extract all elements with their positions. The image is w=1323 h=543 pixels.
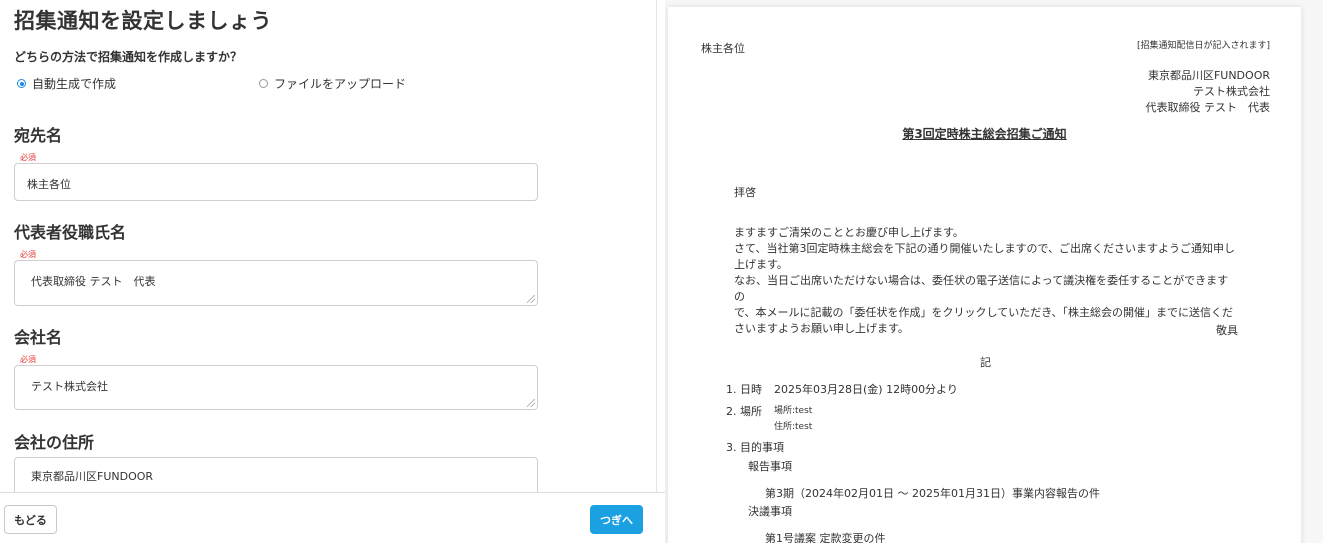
required-badge: 必須 — [20, 153, 36, 162]
preview-greeting: 拝啓 — [734, 186, 756, 199]
preview-paragraph: さて、当社第3回定時株主総会を下記の通り開催いたしますので、ご出席くださいますよ… — [734, 242, 1236, 255]
page-title: 招集通知を設定しましょう — [14, 9, 272, 33]
radio-auto-generate-label: 自動生成で作成 — [32, 77, 117, 91]
radio-auto-generate[interactable]: 自動生成で作成 — [17, 75, 116, 92]
settings-form-panel: 招集通知を設定しましょう どちらの方法で招集通知を作成しますか？ 自動生成で作成… — [0, 0, 657, 543]
radio-unselected-icon — [259, 79, 268, 88]
preview-item1-value: 2025年03月28日(金) 12時00分より — [774, 383, 958, 396]
preview-paragraph: 上げます。 — [734, 258, 788, 271]
radio-upload-file-label: ファイルをアップロード — [274, 77, 407, 91]
preview-paragraph: なお、当日ご出席いただけない場合は、委任状の電子送信によって議決権を委任すること… — [734, 274, 1229, 303]
preview-paragraph: ますますご清栄のこととお慶び申し上げます。 — [734, 226, 964, 239]
company-name-value: テスト株式会社 — [31, 380, 108, 393]
recipient-name-input[interactable]: 株主各位 — [14, 163, 538, 201]
preview-paragraph: で、本メールに記載の「委任状を作成」をクリックしていただき、「株主総会の開催」ま… — [734, 306, 1233, 319]
preview-closing: 敬具 — [1216, 324, 1238, 337]
preview-item2-place: 場所:test — [774, 406, 813, 416]
resize-handle-icon[interactable] — [527, 399, 535, 407]
preview-item2-label: 2. 場所 — [726, 405, 762, 418]
form-footer: もどる つぎへ — [0, 492, 665, 543]
creation-method-question: どちらの方法で招集通知を作成しますか？ — [14, 50, 243, 64]
recipient-name-value: 株主各位 — [27, 178, 71, 191]
preview-body: ますますご清栄のこととお慶び申し上げます。 さて、当社第3回定時株主総会を下記の… — [734, 225, 1238, 337]
next-button[interactable]: つぎへ — [590, 505, 643, 534]
preview-item1-label: 1. 日時 — [726, 383, 762, 396]
required-badge: 必須 — [20, 250, 36, 259]
notice-preview-document: 株主各位 [招集通知配信日が記入されます] 東京都品川区FUNDOOR テスト株… — [668, 7, 1301, 543]
preview-panel[interactable]: 株主各位 [招集通知配信日が記入されます] 東京都品川区FUNDOOR テスト株… — [665, 0, 1323, 543]
preview-date-note: [招集通知配信日が記入されます] — [1136, 41, 1270, 51]
resize-handle-icon[interactable] — [527, 295, 535, 303]
company-name-label: 会社名 — [14, 328, 63, 347]
back-button[interactable]: もどる — [4, 505, 57, 534]
preview-resolution-item: 第1号議案 定款変更の件 — [765, 532, 886, 543]
preview-item3-label: 3. 目的事項 — [726, 441, 784, 454]
representative-textarea[interactable]: 代表取締役 テスト 代表 — [14, 260, 538, 306]
radio-upload-file[interactable]: ファイルをアップロード — [259, 75, 406, 92]
representative-value: 代表取締役 テスト 代表 — [31, 275, 156, 288]
preview-ki: 記 — [980, 356, 991, 369]
preview-item2-address: 住所:test — [774, 422, 813, 432]
preview-resolution-heading: 決議事項 — [748, 505, 792, 518]
preview-report-item: 第3期（2024年02月01日 〜 2025年01月31日）事業内容報告の件 — [765, 487, 1100, 500]
preview-title: 第3回定時株主総会招集ご通知 — [902, 127, 1067, 141]
representative-label: 代表者役職氏名 — [14, 223, 127, 242]
preview-representative: 代表取締役 テスト 代表 — [1145, 101, 1271, 114]
company-address-value: 東京都品川区FUNDOOR — [31, 470, 154, 483]
company-name-textarea[interactable]: テスト株式会社 — [14, 365, 538, 410]
preview-report-heading: 報告事項 — [748, 460, 792, 473]
recipient-name-label: 宛先名 — [14, 126, 63, 145]
preview-paragraph: さいますようお願い申し上げます。 — [734, 322, 909, 335]
required-badge: 必須 — [20, 355, 36, 364]
company-address-label: 会社の住所 — [14, 433, 95, 452]
preview-company: テスト株式会社 — [1193, 85, 1270, 98]
preview-recipient: 株主各位 — [701, 42, 745, 55]
radio-selected-icon — [17, 79, 26, 88]
preview-address: 東京都品川区FUNDOOR — [1147, 69, 1270, 82]
